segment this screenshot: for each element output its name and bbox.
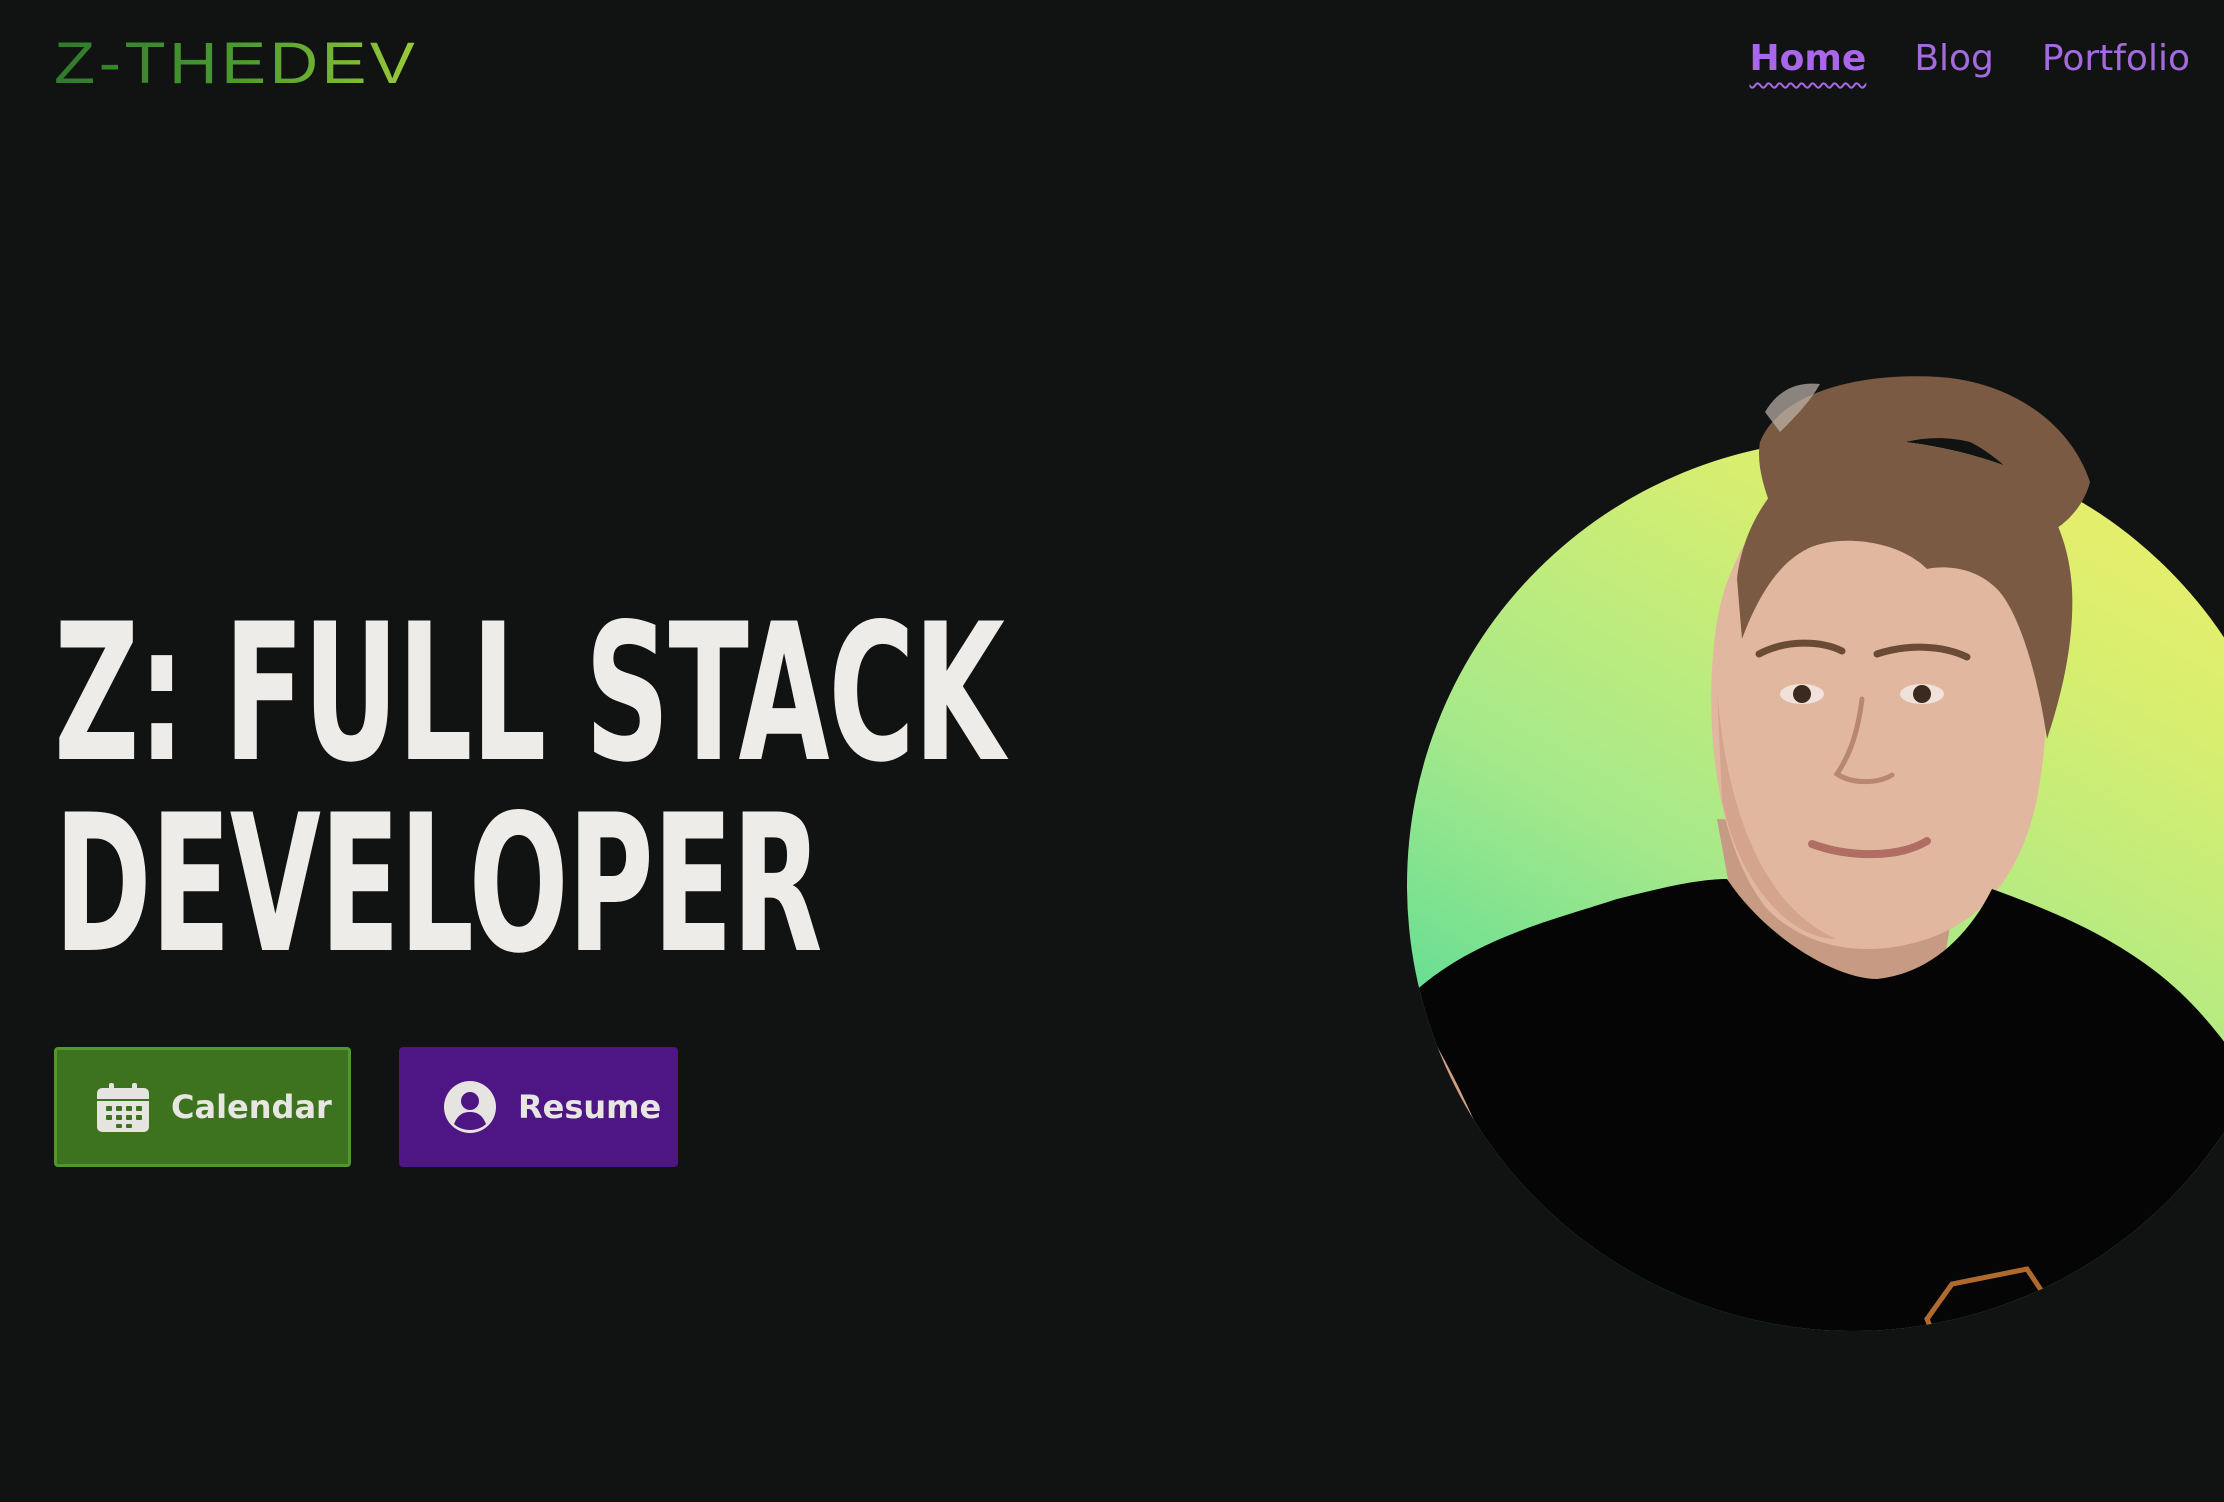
resume-button[interactable]: Resume [399, 1047, 678, 1167]
main-nav: Home Blog Portfolio [1750, 38, 2190, 79]
nav-link-portfolio[interactable]: Portfolio [2042, 38, 2190, 79]
profile-photo [1407, 439, 2224, 1331]
site-logo[interactable]: Z-THEDEV [54, 34, 418, 94]
nav-link-blog[interactable]: Blog [1914, 38, 1994, 79]
hair-overflow [1759, 376, 2090, 532]
calendar-icon [95, 1079, 151, 1135]
hero-title: Z: FULL STACK DEVELOPER [54, 583, 1005, 995]
hero-title-line-2: DEVELOPER [54, 774, 822, 995]
calendar-button-label: Calendar [171, 1088, 332, 1126]
hero-title-line-1: Z: FULL STACK [54, 583, 1005, 804]
user-circle-icon [442, 1079, 498, 1135]
resume-button-label: Resume [518, 1088, 662, 1126]
nav-link-home[interactable]: Home [1750, 38, 1867, 79]
calendar-button[interactable]: Calendar [54, 1047, 351, 1167]
